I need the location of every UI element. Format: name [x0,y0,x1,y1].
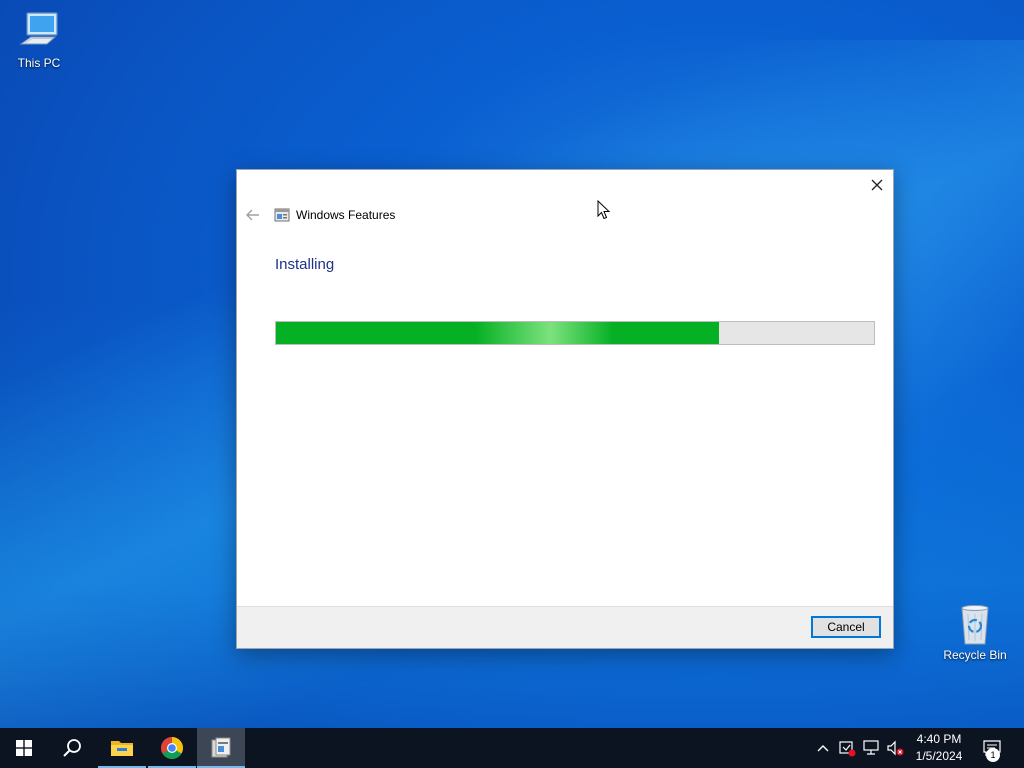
mouse-cursor-icon [597,200,611,220]
install-progress-bar [275,321,875,345]
progress-bar-fill [276,322,719,344]
security-warning-icon [839,741,856,757]
taskbar: 4:40 PM 1/5/2024 1 [0,728,1024,768]
taskbar-chrome[interactable] [148,728,196,768]
computer-icon [19,12,58,45]
dialog-footer: Cancel [237,606,893,648]
desktop-icon-label: Recycle Bin [943,648,1007,662]
clock-date: 1/5/2024 [915,749,963,763]
network-icon [863,740,879,755]
desktop-icon-this-pc[interactable]: This PC [1,10,77,70]
start-button[interactable] [0,728,48,768]
windows-features-icon [211,737,231,758]
windows-features-dialog: Windows Features Installing Cancel [236,169,894,649]
file-explorer-icon [111,741,133,756]
tray-security-button[interactable] [838,739,856,757]
notification-count-badge: 1 [986,748,1000,762]
action-center-button[interactable]: 1 [970,728,1014,768]
volume-muted-icon [887,740,904,756]
back-button[interactable] [243,206,263,224]
close-button[interactable] [861,170,893,200]
clock-time: 4:40 PM [916,732,962,746]
tray-volume-button[interactable] [886,739,904,757]
search-icon [63,739,81,757]
close-icon [871,179,883,191]
installing-heading: Installing [275,256,335,273]
search-button[interactable] [48,728,96,768]
windows-features-icon [274,208,290,222]
chevron-up-icon [817,745,829,752]
taskbar-clock[interactable]: 4:40 PM 1/5/2024 [908,731,970,765]
tray-network-button[interactable] [862,739,880,757]
show-hidden-icons-button[interactable] [814,739,832,757]
back-arrow-icon [246,209,259,221]
cancel-button[interactable]: Cancel [811,616,881,638]
taskbar-file-explorer[interactable] [98,728,146,768]
desktop-icon-label: This PC [17,56,61,70]
recycle-bin-icon [961,605,989,645]
dialog-title: Windows Features [274,207,395,223]
desktop-icon-recycle-bin[interactable]: Recycle Bin [937,602,1013,662]
dialog-title-text: Windows Features [296,208,396,222]
taskbar-windows-features[interactable] [197,728,245,768]
windows-logo-icon [16,740,32,756]
chrome-icon [161,737,183,759]
